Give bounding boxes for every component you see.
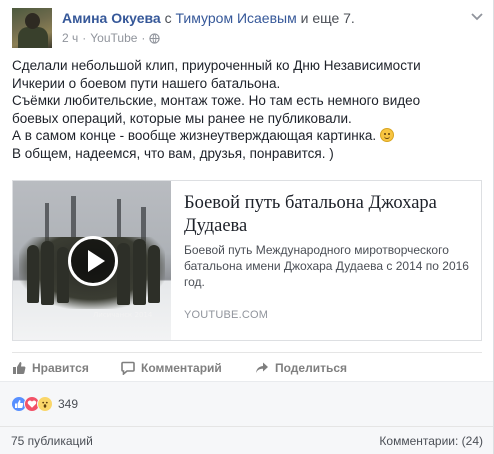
post-line: Съёмки любительские, монтаж тоже. Но там… [12,93,421,109]
post-header: Амина Окуева с Тимуром Исаевым и еще 7. [62,10,355,26]
post-line: Ичкерии о боевом пути нашего батальона. [12,75,281,91]
post-text: Сделали небольшой клип, приуроченный ко … [12,57,482,163]
smile-emoji-icon [379,128,394,143]
reactions-summary[interactable]: 349 [11,396,78,412]
shares-count-link[interactable]: 75 публикаций [11,434,93,448]
post-meta: 2 ч · YouTube · [62,31,161,45]
share-button[interactable]: Поделиться [255,361,347,375]
post-line: А в самом конце - вообще жизнеутверждающ… [12,128,377,144]
divider [0,426,493,427]
with-connector: с [160,10,176,26]
share-label: Поделиться [275,361,348,375]
link-title[interactable]: Боевой путь батальона Джохара Дудаева [184,192,474,238]
post-source[interactable]: YouTube [90,31,137,45]
chevron-down-icon[interactable] [471,12,483,22]
meta-separator: · [82,31,87,45]
author-avatar[interactable] [12,8,52,48]
post-line-with-emoji: А в самом конце - вообще жизнеутверждающ… [12,127,482,145]
video-thumbnail[interactable]: Лисичанск 2014 [13,181,171,340]
post-line: В общем, надеемся, что вам, друзья, понр… [12,145,334,161]
globe-icon[interactable] [149,32,161,44]
tagged-person[interactable]: Тимуром Исаевым [175,10,296,26]
reaction-count[interactable]: 349 [58,397,78,411]
comments-count-link[interactable]: Комментарии: (24) [379,434,483,448]
comment-label: Комментарий [141,361,222,375]
wow-icon [37,396,53,412]
thumbs-up-icon [13,362,26,374]
link-domain: YOUTUBE.COM [184,309,269,321]
feedback-bar: 349 75 публикаций Комментарии: (24) [0,381,493,454]
post-line: Сделали небольшой клип, приуроченный ко … [12,58,421,73]
link-preview-card[interactable]: Лисичанск 2014 Боевой путь батальона Джо… [12,180,482,341]
meta-separator: · [141,31,146,45]
link-description: Боевой путь Международного миротворческо… [184,243,469,289]
like-button[interactable]: Нравится [12,361,89,375]
post-time[interactable]: 2 ч [62,31,78,45]
thumbnail-caption: Лисичанск 2014 [93,311,153,319]
post-line: боевых операций, которые мы ранее не пуб… [12,110,352,126]
comment-icon [121,361,135,375]
tagged-more[interactable]: и еще 7. [297,10,355,26]
like-label: Нравится [32,361,89,375]
play-button-icon[interactable] [68,236,118,286]
comment-button[interactable]: Комментарий [121,361,222,375]
share-arrow-icon [256,362,268,373]
divider [12,352,482,353]
facebook-post: Амина Окуева с Тимуром Исаевым и еще 7. … [0,0,494,454]
author-name[interactable]: Амина Окуева [62,10,161,26]
